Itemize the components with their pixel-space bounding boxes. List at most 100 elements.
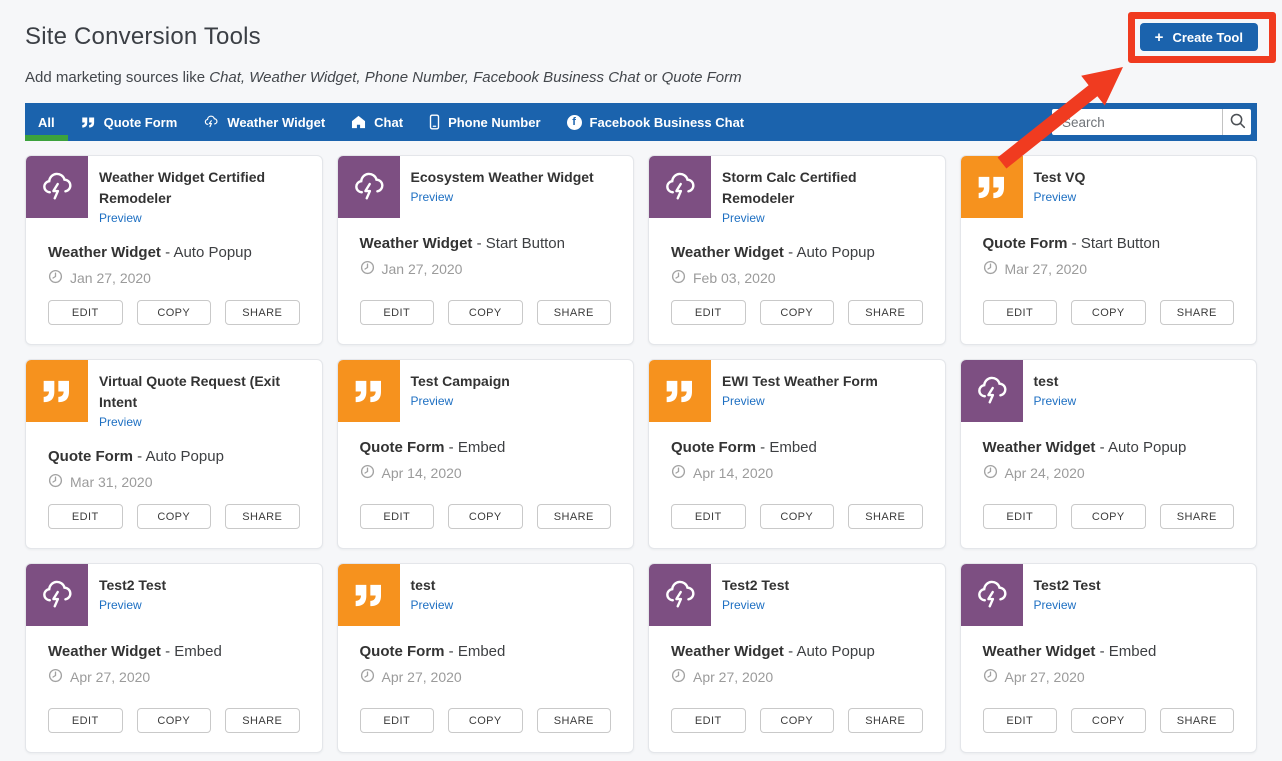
share-button[interactable]: SHARE (848, 300, 923, 325)
tool-mode: Auto Popup (1108, 439, 1186, 456)
search-button[interactable] (1222, 109, 1251, 135)
tool-mode: Embed (458, 439, 506, 456)
tab-facebook-business-chat[interactable]: f Facebook Business Chat (554, 103, 758, 141)
tool-card: Test VQ Preview Quote Form - Start Butto… (960, 155, 1258, 345)
edit-button[interactable]: EDIT (671, 300, 746, 325)
copy-button[interactable]: COPY (760, 504, 835, 529)
tool-type: Weather Widget (360, 235, 473, 252)
tab-all[interactable]: All (25, 103, 68, 141)
preview-link[interactable]: Preview (1034, 394, 1077, 408)
copy-button[interactable]: COPY (137, 708, 212, 733)
preview-link[interactable]: Preview (411, 190, 454, 204)
tool-type: Quote Form (983, 235, 1068, 252)
copy-button[interactable]: COPY (137, 300, 212, 325)
tool-type-line: Quote Form - Auto Popup (26, 448, 322, 465)
tool-name: Ecosystem Weather Widget (411, 167, 594, 188)
plus-icon: + (1155, 30, 1164, 45)
preview-link[interactable]: Preview (99, 415, 142, 429)
preview-link[interactable]: Preview (1034, 190, 1077, 204)
tool-mode: Auto Popup (796, 643, 874, 660)
edit-button[interactable]: EDIT (48, 300, 123, 325)
tool-name: EWI Test Weather Form (722, 371, 878, 392)
tool-type: Weather Widget (671, 643, 784, 660)
preview-link[interactable]: Preview (411, 394, 454, 408)
preview-link[interactable]: Preview (722, 394, 765, 408)
tool-date-line: Apr 27, 2020 (649, 668, 945, 686)
copy-button[interactable]: COPY (1071, 300, 1146, 325)
edit-button[interactable]: EDIT (983, 708, 1058, 733)
quote-form-tile-icon (649, 360, 711, 422)
share-button[interactable]: SHARE (225, 708, 300, 733)
share-button[interactable]: SHARE (537, 504, 612, 529)
edit-button[interactable]: EDIT (671, 504, 746, 529)
tool-date-line: Apr 27, 2020 (338, 668, 634, 686)
tool-card: Test2 Test Preview Weather Widget - Embe… (960, 563, 1258, 753)
nav-tabs: All Quote Form Weather Widget Chat Phone… (25, 103, 757, 141)
edit-button[interactable]: EDIT (360, 708, 435, 733)
copy-button[interactable]: COPY (137, 504, 212, 529)
tool-name: Test2 Test (99, 575, 166, 596)
copy-button[interactable]: COPY (448, 504, 523, 529)
tool-card: Storm Calc Certified Remodeler Preview W… (648, 155, 946, 345)
edit-button[interactable]: EDIT (671, 708, 746, 733)
tool-date: Jan 27, 2020 (382, 261, 463, 277)
clock-icon (671, 269, 686, 287)
copy-button[interactable]: COPY (448, 708, 523, 733)
share-button[interactable]: SHARE (225, 504, 300, 529)
weather-icon (203, 114, 219, 130)
tool-type-line: Quote Form - Embed (649, 439, 945, 456)
preview-link[interactable]: Preview (99, 211, 142, 225)
tool-card-grid: Weather Widget Certified Remodeler Previ… (25, 155, 1257, 753)
preview-link[interactable]: Preview (722, 598, 765, 612)
clock-icon (983, 464, 998, 482)
tool-date-line: Apr 27, 2020 (26, 668, 322, 686)
edit-button[interactable]: EDIT (983, 300, 1058, 325)
tool-date: Apr 14, 2020 (693, 465, 773, 481)
tool-date-line: Apr 14, 2020 (338, 464, 634, 482)
edit-button[interactable]: EDIT (360, 300, 435, 325)
preview-link[interactable]: Preview (722, 211, 765, 225)
copy-button[interactable]: COPY (760, 708, 835, 733)
tool-date-line: Mar 31, 2020 (26, 473, 322, 491)
tab-weather-widget[interactable]: Weather Widget (190, 103, 338, 141)
share-button[interactable]: SHARE (225, 300, 300, 325)
preview-link[interactable]: Preview (1034, 598, 1077, 612)
tab-chat[interactable]: Chat (338, 103, 416, 141)
preview-link[interactable]: Preview (99, 598, 142, 612)
create-tool-button[interactable]: + Create Tool (1140, 23, 1258, 51)
card-header: EWI Test Weather Form Preview (649, 360, 945, 422)
edit-button[interactable]: EDIT (48, 708, 123, 733)
tool-type: Quote Form (360, 643, 445, 660)
weather-widget-tile-icon (338, 156, 400, 218)
share-button[interactable]: SHARE (1160, 300, 1235, 325)
copy-button[interactable]: COPY (1071, 708, 1146, 733)
share-button[interactable]: SHARE (848, 504, 923, 529)
share-button[interactable]: SHARE (1160, 708, 1235, 733)
copy-button[interactable]: COPY (760, 300, 835, 325)
tool-mode: Start Button (486, 235, 565, 252)
share-button[interactable]: SHARE (848, 708, 923, 733)
card-actions: EDIT COPY SHARE (338, 300, 634, 344)
tab-quote-form[interactable]: Quote Form (68, 103, 191, 141)
edit-button[interactable]: EDIT (48, 504, 123, 529)
tool-type: Weather Widget (671, 244, 784, 261)
tool-mode: Embed (458, 643, 506, 660)
copy-button[interactable]: COPY (1071, 504, 1146, 529)
tool-name: Virtual Quote Request (Exit Intent (99, 371, 310, 413)
card-actions: EDIT COPY SHARE (649, 504, 945, 548)
tool-card: Test2 Test Preview Weather Widget - Auto… (648, 563, 946, 753)
tab-phone-number[interactable]: Phone Number (416, 103, 553, 141)
preview-link[interactable]: Preview (411, 598, 454, 612)
tool-date: Feb 03, 2020 (693, 270, 776, 286)
site-conversion-tools-page: Site Conversion Tools Add marketing sour… (0, 0, 1282, 761)
share-button[interactable]: SHARE (537, 300, 612, 325)
clock-icon (983, 260, 998, 278)
edit-button[interactable]: EDIT (983, 504, 1058, 529)
card-header: Test2 Test Preview (649, 564, 945, 626)
copy-button[interactable]: COPY (448, 300, 523, 325)
edit-button[interactable]: EDIT (360, 504, 435, 529)
card-header: Test2 Test Preview (961, 564, 1257, 626)
search-input[interactable] (1052, 109, 1222, 135)
share-button[interactable]: SHARE (1160, 504, 1235, 529)
share-button[interactable]: SHARE (537, 708, 612, 733)
